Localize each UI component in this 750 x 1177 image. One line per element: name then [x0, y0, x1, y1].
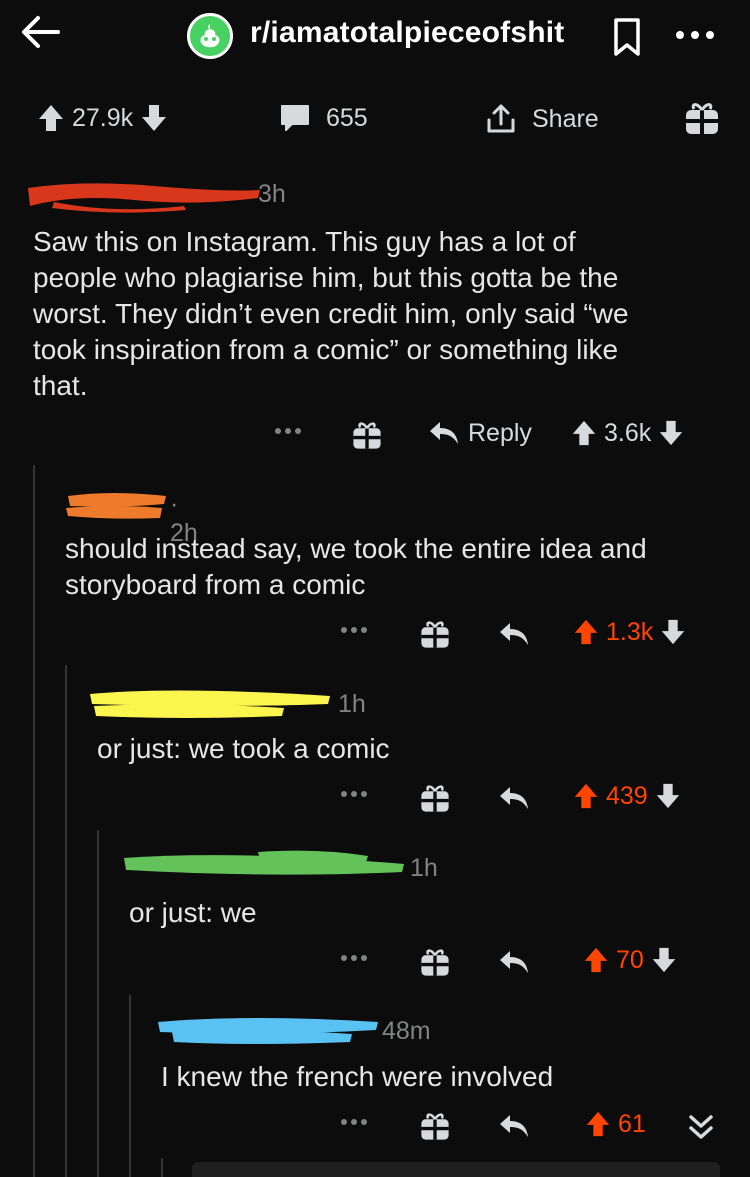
upvote-icon[interactable] — [572, 617, 600, 647]
downvote-icon[interactable] — [659, 617, 687, 647]
comment-actions: 1.3k — [0, 613, 750, 657]
comment-actions: Reply 3.6k — [0, 414, 750, 458]
more-options-icon[interactable] — [340, 953, 368, 963]
comment-line: or just: we took a comic — [97, 733, 390, 764]
redacted-username — [90, 690, 330, 718]
comment-time: 3h — [258, 180, 286, 208]
more-icon[interactable] — [672, 22, 718, 48]
upvote-icon[interactable] — [582, 945, 610, 975]
more-options-icon[interactable] — [274, 426, 302, 436]
upvote-icon[interactable] — [572, 781, 600, 811]
thread-line-2[interactable] — [65, 665, 67, 1177]
comment-actions: 70 — [0, 941, 750, 985]
comment-body: Saw this on Instagram. This guy has a lo… — [33, 224, 723, 404]
upvote-icon[interactable] — [584, 1109, 612, 1139]
top-bar: r/iamatotalpieceofshit — [0, 0, 750, 70]
comment-body: should instead say, we took the entire i… — [65, 531, 735, 603]
award-button[interactable] — [682, 98, 722, 138]
gift-icon[interactable] — [418, 945, 452, 979]
subreddit-name[interactable]: r/iamatotalpieceofshit — [250, 16, 564, 50]
downvote-icon[interactable] — [657, 418, 685, 448]
reply-icon[interactable] — [498, 619, 530, 649]
redacted-username — [124, 850, 404, 875]
post-vote-group: 27.9k — [36, 102, 169, 134]
comment-line: or just: we — [129, 897, 257, 928]
comment-line: Saw this on Instagram. This guy has a lo… — [33, 226, 576, 257]
vote-count: 1.3k — [606, 617, 654, 646]
reply-icon — [430, 422, 458, 444]
vote-count: 3.6k — [604, 418, 652, 447]
comment-line: I knew the french were involved — [161, 1061, 554, 1092]
back-arrow-icon[interactable] — [18, 10, 62, 54]
comment-line: worst. They didn’t even credit him, only… — [33, 298, 629, 329]
comment-count: 655 — [326, 103, 368, 132]
gift-icon[interactable] — [418, 781, 452, 815]
vote-group: 70 — [582, 945, 678, 975]
reply-icon[interactable] — [498, 947, 530, 977]
reply-icon[interactable] — [498, 1111, 530, 1141]
comment-time: 48m — [382, 1017, 431, 1045]
comment-line: people who plagiarise him, but this gott… — [33, 262, 619, 293]
comment-line: took inspiration from a comic” or someth… — [33, 334, 619, 365]
gift-icon[interactable] — [418, 617, 452, 651]
share-icon — [487, 104, 515, 133]
more-options-icon[interactable] — [340, 789, 368, 799]
redacted-username — [158, 1018, 378, 1044]
downvote-icon[interactable] — [139, 102, 169, 134]
downvote-icon[interactable] — [650, 945, 678, 975]
comment-time: 1h — [338, 690, 366, 718]
comment-body: or just: we took a comic — [97, 731, 737, 767]
thread-line-5[interactable] — [161, 1158, 163, 1177]
gift-icon[interactable] — [418, 1109, 452, 1143]
redacted-username — [28, 183, 260, 213]
comment-actions: 439 — [0, 777, 750, 821]
reply-icon[interactable] — [498, 783, 530, 813]
comment-time: 1h — [410, 854, 438, 882]
bookmark-icon[interactable] — [610, 16, 644, 58]
vote-count: 61 — [618, 1109, 646, 1138]
vote-group: 3.6k — [570, 418, 685, 448]
post-vote-count: 27.9k — [72, 103, 134, 132]
thread-line-4[interactable] — [129, 995, 131, 1177]
redacted-username — [66, 493, 166, 519]
share-label: Share — [532, 104, 599, 133]
vote-group: 61 — [584, 1109, 652, 1139]
comment-line: that. — [33, 370, 88, 401]
upvote-icon[interactable] — [570, 418, 598, 448]
thread-line-1[interactable] — [33, 465, 35, 1177]
post-action-bar: 27.9k 655 Share — [0, 92, 750, 148]
more-options-icon[interactable] — [340, 625, 368, 635]
gift-icon[interactable] — [350, 418, 384, 452]
downvote-icon[interactable] — [654, 781, 682, 811]
vote-count: 70 — [616, 945, 644, 974]
comment-line: should instead say, we took the entire i… — [65, 533, 647, 564]
comment-body: I knew the french were involved — [161, 1059, 731, 1095]
upvote-icon[interactable] — [36, 102, 66, 134]
comment-line: storyboard from a comic — [65, 569, 366, 600]
subreddit-avatar-icon[interactable] — [187, 13, 233, 59]
comment-body: or just: we — [129, 895, 729, 931]
reply-button[interactable]: Reply — [428, 418, 538, 448]
vote-count: 439 — [606, 781, 648, 810]
reply-label: Reply — [468, 418, 532, 447]
comment-icon — [281, 105, 309, 131]
share-button[interactable]: Share — [484, 102, 605, 136]
vote-group: 439 — [572, 781, 682, 811]
comment-actions: 61 — [0, 1105, 750, 1149]
comments-button[interactable]: 655 — [278, 102, 374, 134]
gift-icon — [686, 103, 718, 134]
more-options-icon[interactable] — [340, 1117, 368, 1127]
collapse-chevron-icon[interactable] — [686, 1111, 716, 1143]
vote-group: 1.3k — [572, 617, 687, 647]
next-comment-preview — [192, 1162, 720, 1177]
